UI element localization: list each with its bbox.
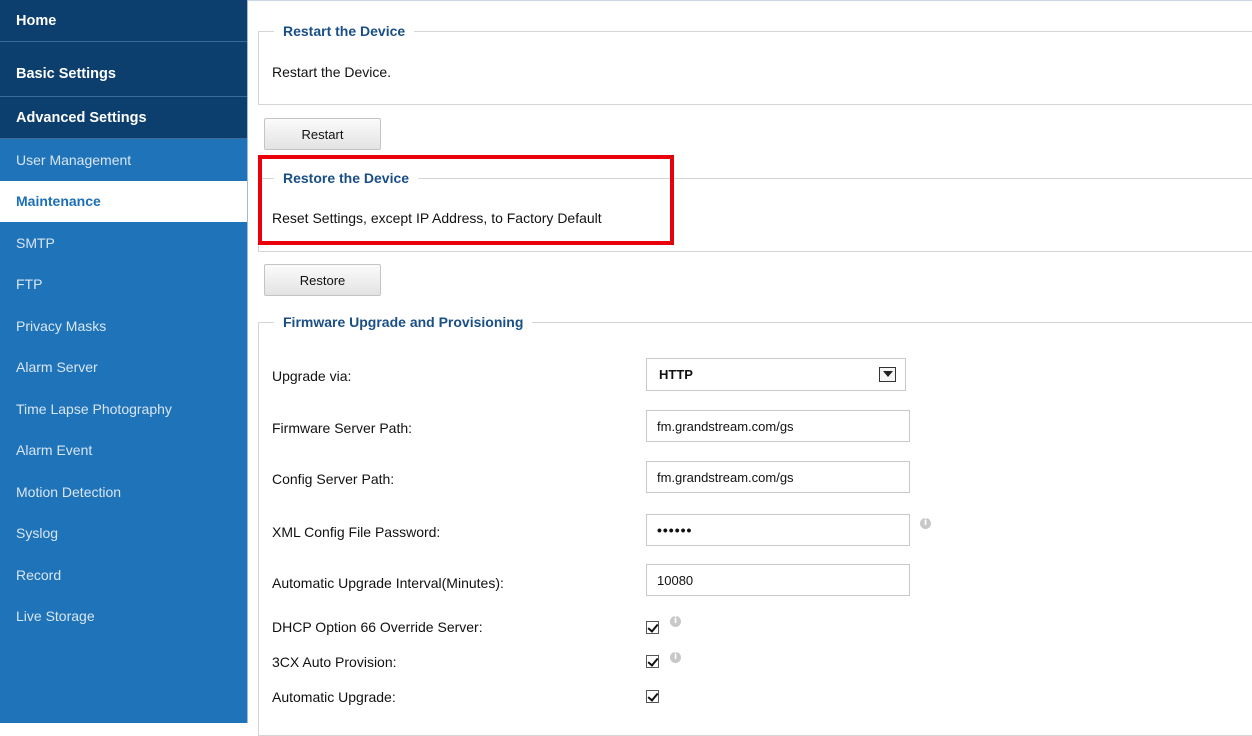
sidebar-item-label: Maintenance — [16, 193, 101, 210]
upgrade-via-label: Upgrade via: — [272, 368, 352, 384]
info-icon: i — [670, 652, 681, 663]
dhcp66-checkbox[interactable] — [646, 621, 659, 634]
chevron-down-icon[interactable] — [879, 367, 896, 382]
sidebar-home[interactable]: Home — [0, 0, 247, 42]
sidebar-item-time-lapse[interactable]: Time Lapse Photography — [0, 388, 247, 430]
info-icon: i — [920, 518, 931, 529]
sidebar-item-label: Alarm Event — [16, 442, 93, 459]
sidebar-item-smtp[interactable]: SMTP — [0, 222, 247, 264]
restart-section-title: Restart the Device — [283, 23, 406, 39]
sidebar-item-label: Time Lapse Photography — [16, 400, 172, 417]
3cx-auto-provision-checkbox[interactable] — [646, 655, 659, 668]
sidebar-advanced-settings[interactable]: Advanced Settings — [0, 97, 247, 139]
xml-password-input[interactable]: •••••• — [646, 514, 910, 546]
dhcp66-label: DHCP Option 66 Override Server: — [272, 619, 483, 635]
sidebar-item-label: Motion Detection — [16, 483, 122, 500]
sidebar-item-label: Record — [16, 566, 62, 583]
config-server-path-label: Config Server Path: — [272, 471, 395, 487]
info-icon: i — [670, 616, 681, 627]
sidebar-item-label: Alarm Server — [16, 359, 98, 376]
sidebar-item-user-management[interactable]: User Management — [0, 139, 247, 181]
xml-password-label: XML Config File Password: — [272, 524, 441, 540]
automatic-upgrade-checkbox[interactable] — [646, 690, 659, 703]
sidebar-item-record[interactable]: Record — [0, 554, 247, 596]
top-divider — [248, 0, 1252, 1]
sidebar-item-label: SMTP — [16, 234, 55, 251]
sidebar-item-label: Syslog — [16, 525, 59, 542]
upgrade-interval-input[interactable] — [646, 564, 910, 596]
firmware-server-path-label: Firmware Server Path: — [272, 420, 413, 436]
restore-button[interactable]: Restore — [264, 264, 381, 296]
restart-button[interactable]: Restart — [264, 118, 381, 150]
restart-description: Restart the Device. — [272, 64, 392, 80]
sidebar-basic-settings-label: Basic Settings — [16, 66, 116, 82]
upgrade-via-select[interactable]: HTTP — [646, 358, 906, 391]
firmware-section-title: Firmware Upgrade and Provisioning — [283, 314, 524, 330]
sidebar-item-label: Privacy Masks — [16, 317, 107, 334]
sidebar-item-label: Live Storage — [16, 608, 95, 625]
sidebar-item-privacy-masks[interactable]: Privacy Masks — [0, 305, 247, 347]
sidebar-item-alarm-server[interactable]: Alarm Server — [0, 347, 247, 389]
sidebar-item-syslog[interactable]: Syslog — [0, 513, 247, 555]
sidebar: Home Basic Settings Advanced Settings Us… — [0, 0, 248, 723]
upgrade-via-value: HTTP — [659, 367, 693, 382]
sidebar-advanced-settings-label: Advanced Settings — [16, 109, 147, 126]
sidebar-item-label: User Management — [16, 151, 132, 168]
sidebar-basic-settings[interactable]: Basic Settings — [0, 42, 247, 97]
automatic-upgrade-label: Automatic Upgrade: — [272, 689, 396, 705]
config-server-path-input[interactable] — [646, 461, 910, 493]
restore-highlight-box — [258, 155, 674, 245]
sidebar-item-motion-detection[interactable]: Motion Detection — [0, 471, 247, 513]
sidebar-item-alarm-event[interactable]: Alarm Event — [0, 430, 247, 472]
firmware-server-path-input[interactable] — [646, 410, 910, 442]
sidebar-item-maintenance[interactable]: Maintenance — [0, 180, 247, 222]
sidebar-item-live-storage[interactable]: Live Storage — [0, 596, 247, 638]
sidebar-item-label: FTP — [16, 276, 43, 293]
3cx-auto-provision-label: 3CX Auto Provision: — [272, 654, 397, 670]
restart-section: Restart the Device — [258, 23, 1252, 105]
sidebar-item-ftp[interactable]: FTP — [0, 264, 247, 306]
sidebar-home-label: Home — [16, 12, 57, 29]
upgrade-interval-label: Automatic Upgrade Interval(Minutes): — [272, 575, 504, 591]
